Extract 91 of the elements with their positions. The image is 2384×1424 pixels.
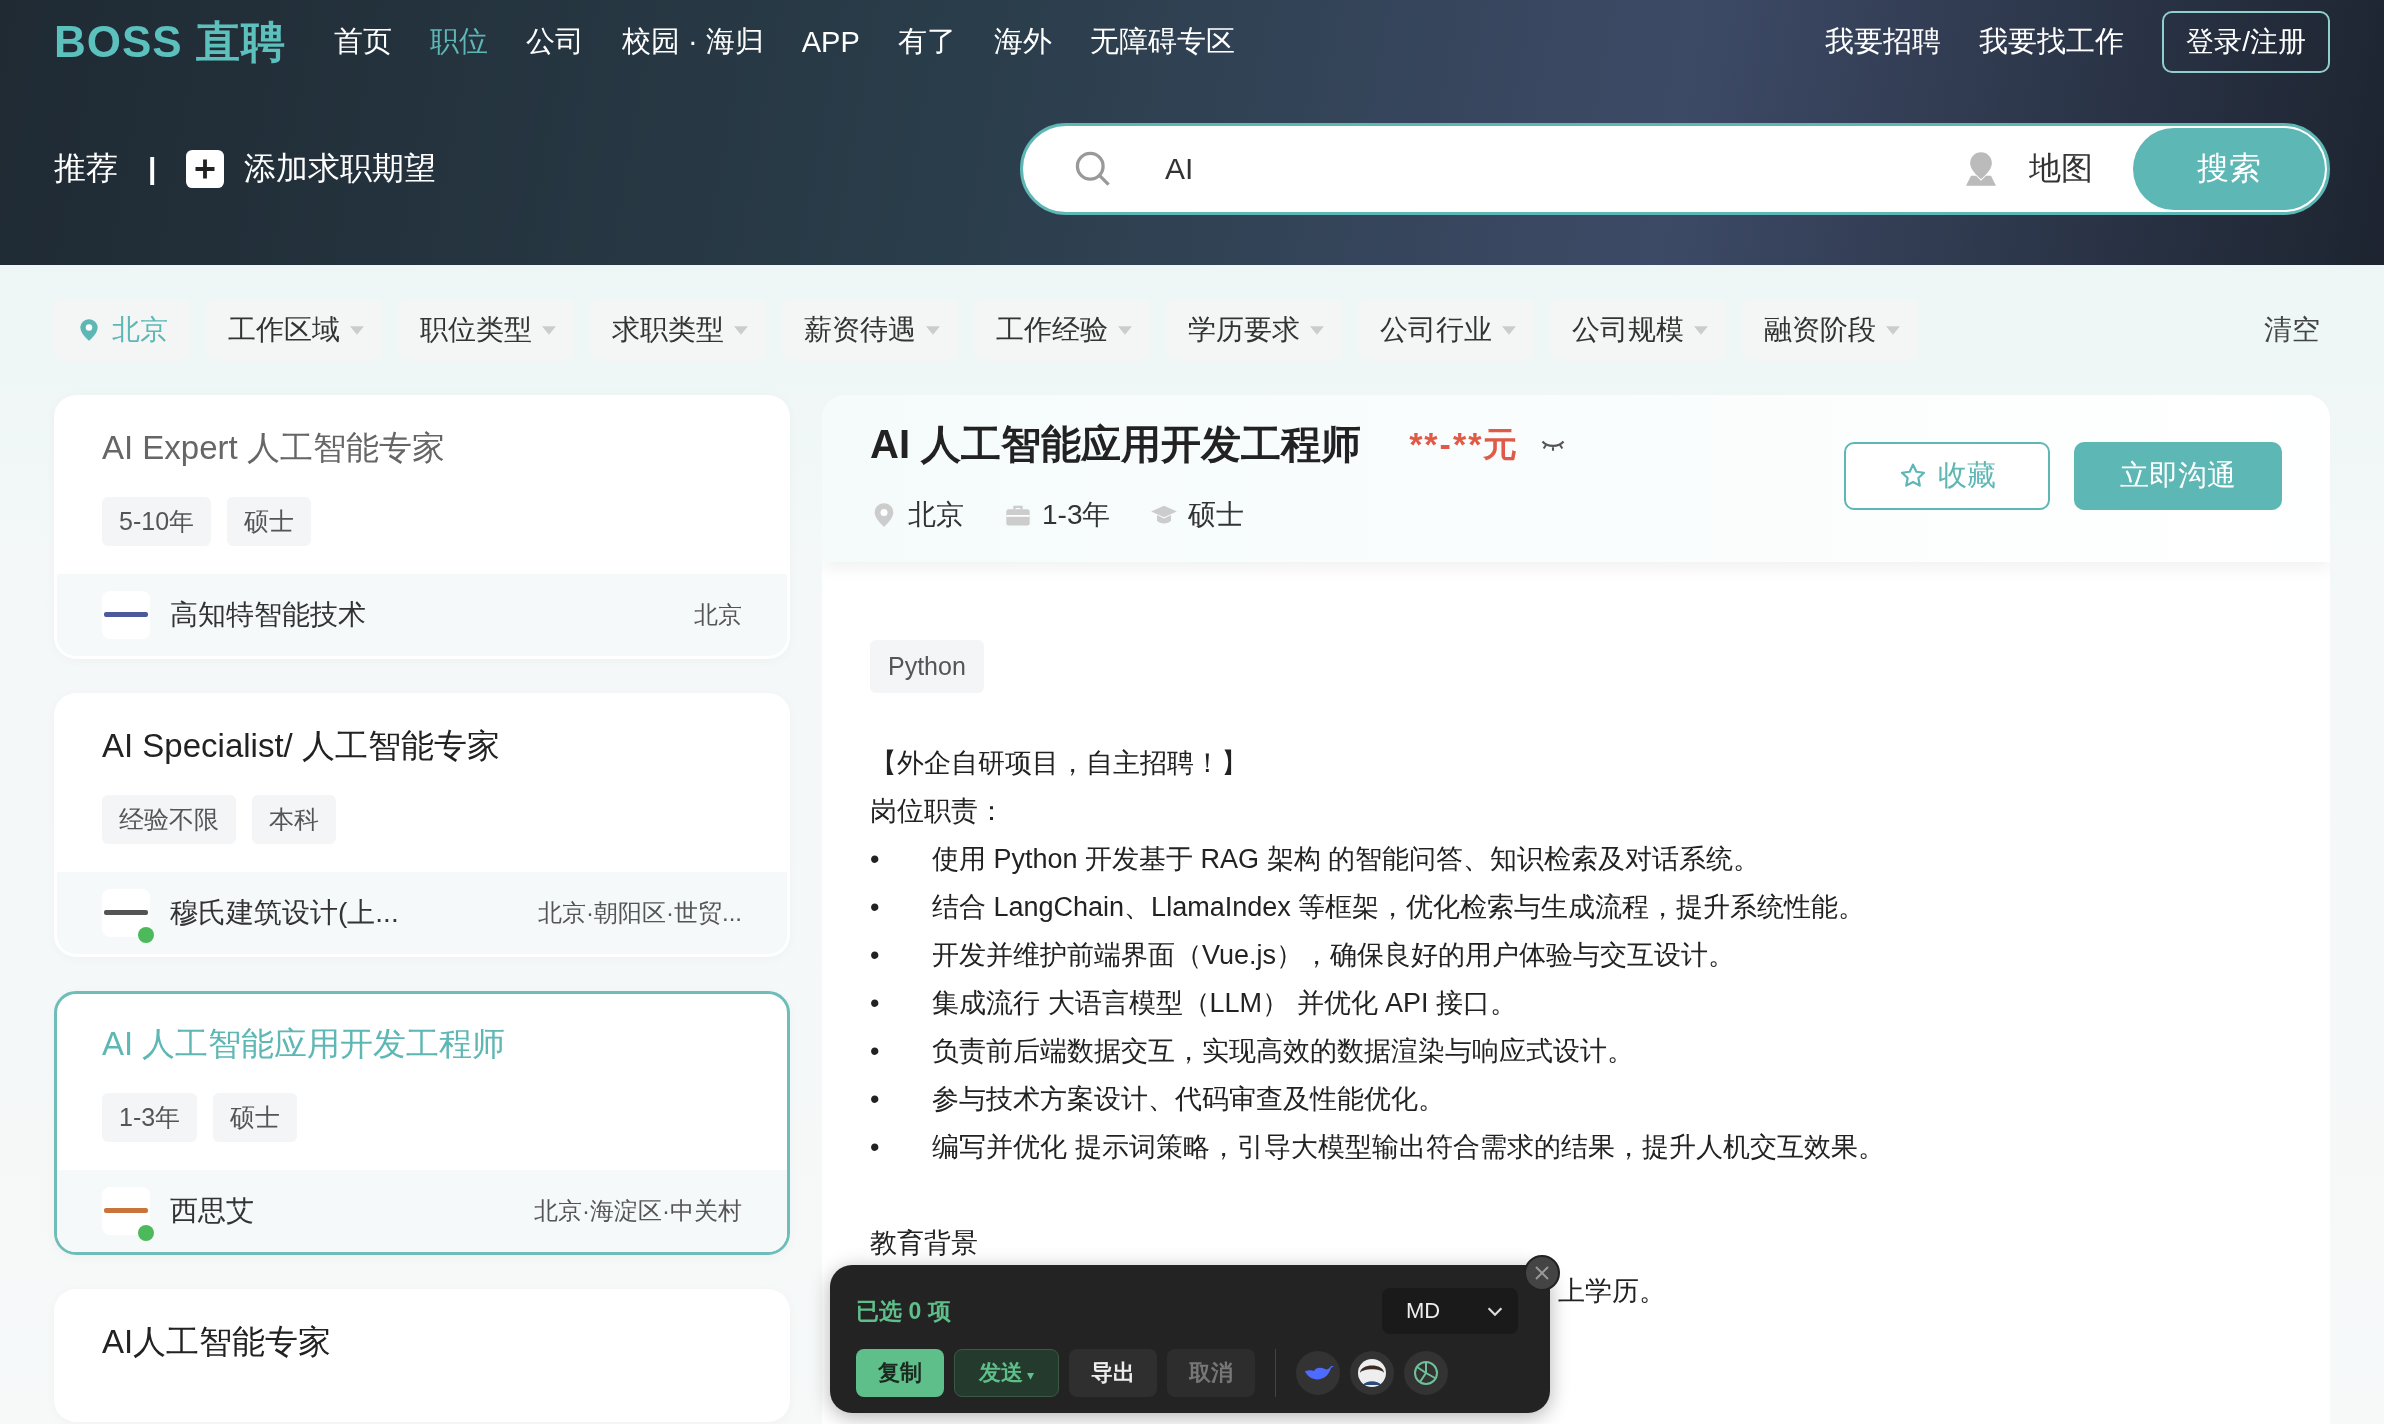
section-heading: 教育背景: [870, 1227, 979, 1260]
caret-icon: [1118, 325, 1132, 335]
company-name[interactable]: 西思艾: [170, 1192, 254, 1230]
caret-icon: [734, 325, 748, 335]
job-tag: 硕士: [227, 497, 312, 546]
company-logo-icon: [102, 591, 150, 639]
job-title[interactable]: AI人工智能专家: [102, 1320, 742, 1365]
description-line: 编写并优化 提示词策略，引导大模型输出符合需求的结果，提升人机交互效果。: [932, 1131, 1885, 1164]
bullet-marker: •: [870, 1083, 881, 1116]
map-link[interactable]: 地图: [2029, 147, 2093, 191]
bullet-marker: •: [870, 891, 881, 924]
filter-dropdown[interactable]: 薪资待遇: [782, 299, 958, 361]
close-icon[interactable]: [1524, 1255, 1560, 1291]
filter-dropdown[interactable]: 求职类型: [590, 299, 766, 361]
job-location: 北京: [908, 498, 964, 532]
nav-link[interactable]: 海外: [993, 22, 1052, 62]
bullet-marker: •: [870, 987, 881, 1020]
filter-dropdown[interactable]: 工作区域: [206, 299, 382, 361]
job-location: 北京: [694, 600, 742, 630]
description-line: 【外企自研项目，自主招聘！】: [870, 747, 1249, 780]
filter-dropdown[interactable]: 学历要求: [1166, 299, 1342, 361]
description-line: 岗位职责：: [870, 795, 1006, 828]
nav-link[interactable]: 有了: [897, 22, 956, 62]
description-line: 上学历。: [1558, 1276, 1666, 1306]
caret-icon: [1502, 325, 1516, 335]
job-location: 北京·朝阳区·世贸...: [538, 898, 742, 928]
job-title[interactable]: AI Expert 人工智能专家: [102, 426, 742, 471]
description-line: 集成流行 大语言模型（LLM） 并优化 API 接口。: [932, 987, 1518, 1020]
company-name[interactable]: 穆氏建筑设计(上...: [170, 894, 399, 932]
header-link[interactable]: 我要找工作: [1979, 22, 2125, 62]
search-field[interactable]: AI 地图 搜索: [1020, 123, 2330, 215]
clear-link[interactable]: 清空: [2264, 311, 2320, 349]
job-tag: 1-3年: [102, 1093, 198, 1142]
bullet-marker: •: [870, 939, 881, 972]
job-card[interactable]: AI人工智能专家: [54, 1289, 790, 1422]
filter-dropdown[interactable]: 公司规模: [1550, 299, 1726, 361]
send-button[interactable]: 发送 ▾: [954, 1349, 1059, 1397]
plus-icon[interactable]: [186, 150, 225, 188]
job-title: AI 人工智能应用开发工程师: [870, 421, 1362, 468]
nav-link[interactable]: APP: [801, 25, 860, 59]
add-expectation-link[interactable]: 添加求职期望: [244, 147, 437, 191]
job-card[interactable]: AI Specialist/ 人工智能专家 经验不限 本科 穆氏建筑设计(上... 北京·朝阳区·世贸...: [54, 693, 790, 957]
description-line: 使用 Python 开发基于 RAG 架构 的智能问答、知识检索及对话系统。: [932, 843, 1761, 876]
description-line: 参与技术方案设计、代码审查及性能优化。: [932, 1083, 1445, 1116]
nav-link[interactable]: 无障碍专区: [1089, 22, 1235, 62]
skill-tag: Python: [870, 640, 984, 693]
job-tag: 5-10年: [102, 497, 212, 546]
brand-logo[interactable]: BOSS 直聘: [54, 12, 286, 72]
job-tag: 经验不限: [102, 795, 236, 844]
caret-icon: [926, 325, 940, 335]
search-value: AI: [1165, 152, 1194, 186]
company-logo-icon: [102, 1187, 150, 1235]
education: 硕士: [1188, 498, 1245, 532]
job-tag: 本科: [252, 795, 336, 844]
job-title[interactable]: AI Specialist/ 人工智能专家: [102, 724, 742, 769]
nav-link[interactable]: 校园 · 海归: [621, 22, 764, 62]
toolbar-button[interactable]: 导出: [1068, 1349, 1157, 1397]
assistant-avatar-icon[interactable]: [1349, 1351, 1394, 1395]
login-button[interactable]: 登录/注册: [2162, 11, 2330, 73]
caret-icon: [350, 325, 364, 335]
selected-count: 已选 0 项: [856, 1296, 951, 1326]
job-tag: 硕士: [213, 1093, 298, 1142]
description-line: 开发并维护前端界面（Vue.js），确保良好的用户体验与交互设计。: [932, 939, 1736, 972]
job-location: 北京·海淀区·中关村: [534, 1196, 742, 1226]
company-logo-icon: [102, 889, 150, 937]
nav-link[interactable]: 首页: [333, 22, 392, 62]
nav-link[interactable]: 公司: [525, 22, 584, 62]
caret-icon: [542, 325, 556, 335]
description-line: 负责前后端数据交互，实现高效的数据渲染与响应式设计。: [932, 1035, 1634, 1068]
nav-link[interactable]: 职位: [429, 22, 488, 62]
caret-icon: [1310, 325, 1324, 335]
experience: 1-3年: [1042, 498, 1111, 532]
format-dropdown[interactable]: MD: [1382, 1288, 1518, 1334]
caret-icon: [1694, 325, 1708, 335]
company-name[interactable]: 高知特智能技术: [170, 596, 366, 634]
bullet-marker: •: [870, 1131, 881, 1164]
toolbar-button[interactable]: 复制: [856, 1349, 944, 1397]
bullet-marker: •: [870, 1035, 881, 1068]
job-card[interactable]: AI 人工智能应用开发工程师 1-3年 硕士 西思艾 北京·海淀区·中关村: [54, 991, 790, 1255]
caret-icon: [1886, 325, 1900, 335]
recommend-tab[interactable]: 推荐: [54, 147, 118, 191]
description-line: 结合 LangChain、LlamaIndex 等框架，优化检索与生成流程，提升系统性能。: [932, 891, 1866, 924]
filter-dropdown[interactable]: 融资阶段: [1742, 299, 1918, 361]
filter-dropdown[interactable]: 工作经验: [974, 299, 1150, 361]
job-card[interactable]: AI Expert 人工智能专家 5-10年 硕士 高知特智能技术 北京: [54, 395, 790, 659]
filter-dropdown[interactable]: 公司行业: [1358, 299, 1534, 361]
bullet-marker: •: [870, 843, 881, 876]
separator: |: [148, 152, 157, 186]
filter-dropdown[interactable]: 职位类型: [398, 299, 574, 361]
salary: **-**元: [1409, 423, 1520, 465]
header-link[interactable]: 我要招聘: [1825, 22, 1942, 62]
